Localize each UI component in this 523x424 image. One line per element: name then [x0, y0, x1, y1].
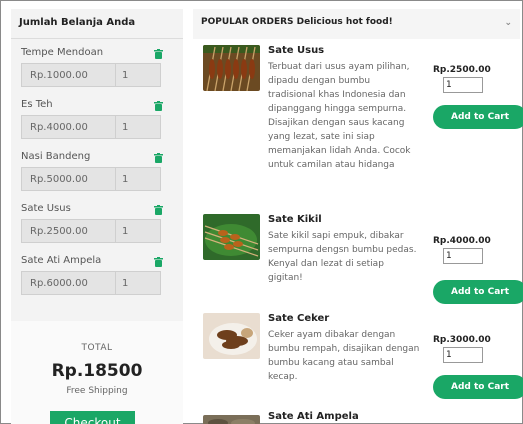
- product-qty-input[interactable]: 1: [443, 248, 483, 264]
- total-label: TOTAL: [81, 343, 113, 353]
- cart-item-qty[interactable]: 1: [116, 219, 161, 243]
- orders-panel: POPULAR ORDERS Delicious hot food! ⌄ Sat…: [193, 9, 523, 424]
- trash-icon[interactable]: [154, 153, 163, 163]
- product-card: Sate Ceker Ceker ayam dibakar dengan bum…: [193, 313, 523, 413]
- cart-item-price: Rp.2500.00: [21, 219, 116, 243]
- product-card: Sate Usus Terbuat dari usus ayam pilihan…: [193, 45, 523, 215]
- product-description: Terbuat dari usus ayam pilihan, dipadu d…: [268, 62, 411, 170]
- add-to-cart-button[interactable]: Add to Cart: [433, 375, 523, 399]
- product-card: Sate Kikil Sate kikil sapi empuk, dibaka…: [193, 214, 523, 314]
- cart-panel: Jumlah Belanja Anda Tempe Mendoan Rp.100…: [11, 9, 183, 424]
- trash-icon[interactable]: [154, 49, 163, 59]
- chevron-down-icon[interactable]: ⌄: [504, 18, 512, 28]
- cart-item: Tempe Mendoan Rp.1000.00 1: [11, 47, 183, 99]
- app-frame: Jumlah Belanja Anda Tempe Mendoan Rp.100…: [0, 0, 523, 424]
- orders-title: POPULAR ORDERS Delicious hot food!: [201, 17, 393, 27]
- shipping-note: Free Shipping: [66, 386, 128, 396]
- cart-item: Sate Ati Ampela Rp.6000.00 1: [11, 255, 183, 307]
- product-card: Sate Ati Ampela: [193, 409, 520, 424]
- cart-item: Nasi Bandeng Rp.5000.00 1: [11, 151, 183, 203]
- product-image: [203, 415, 260, 424]
- total-box: TOTAL Rp.18500 Free Shipping Checkout: [11, 321, 183, 424]
- product-name: Sate Ceker: [268, 313, 330, 324]
- orders-header[interactable]: POPULAR ORDERS Delicious hot food! ⌄: [193, 9, 520, 39]
- cart-item-qty[interactable]: 1: [116, 115, 161, 139]
- cart-items: Tempe Mendoan Rp.1000.00 1 Es Teh Rp.400…: [11, 39, 183, 307]
- cart-item-qty[interactable]: 1: [116, 271, 161, 295]
- trash-icon[interactable]: [154, 205, 163, 215]
- product-image: [203, 313, 260, 359]
- cart-item: Sate Usus Rp.2500.00 1: [11, 203, 183, 255]
- add-to-cart-button[interactable]: Add to Cart: [433, 280, 523, 304]
- product-price: Rp.2500.00: [433, 65, 491, 75]
- product-description: Sate kikil sapi empuk, dibakar sempurna …: [268, 231, 417, 283]
- cart-item-qty[interactable]: 1: [116, 63, 161, 87]
- cart-item-price: Rp.6000.00: [21, 271, 116, 295]
- product-image: [203, 45, 260, 91]
- cart-item-qty[interactable]: 1: [116, 167, 161, 191]
- product-price: Rp.3000.00: [433, 335, 491, 345]
- cart-item-price: Rp.5000.00: [21, 167, 116, 191]
- product-price: Rp.4000.00: [433, 236, 491, 246]
- cart-item-price: Rp.4000.00: [21, 115, 116, 139]
- cart-item: Es Teh Rp.4000.00 1: [11, 99, 183, 151]
- add-to-cart-button[interactable]: Add to Cart: [433, 105, 523, 129]
- cart-title: Jumlah Belanja Anda: [11, 9, 183, 39]
- product-image: [203, 214, 260, 260]
- product-qty-input[interactable]: 1: [443, 347, 483, 363]
- product-qty-input[interactable]: 1: [443, 77, 483, 93]
- product-name: Sate Ati Ampela: [268, 411, 359, 422]
- product-description: Ceker ayam dibakar dengan bumbu rempah, …: [268, 330, 420, 382]
- total-amount: Rp.18500: [51, 361, 143, 381]
- cart-item-price: Rp.1000.00: [21, 63, 116, 87]
- checkout-button[interactable]: Checkout: [50, 411, 135, 424]
- trash-icon[interactable]: [154, 257, 163, 267]
- product-name: Sate Usus: [268, 45, 325, 56]
- product-name: Sate Kikil: [268, 214, 322, 225]
- trash-icon[interactable]: [154, 101, 163, 111]
